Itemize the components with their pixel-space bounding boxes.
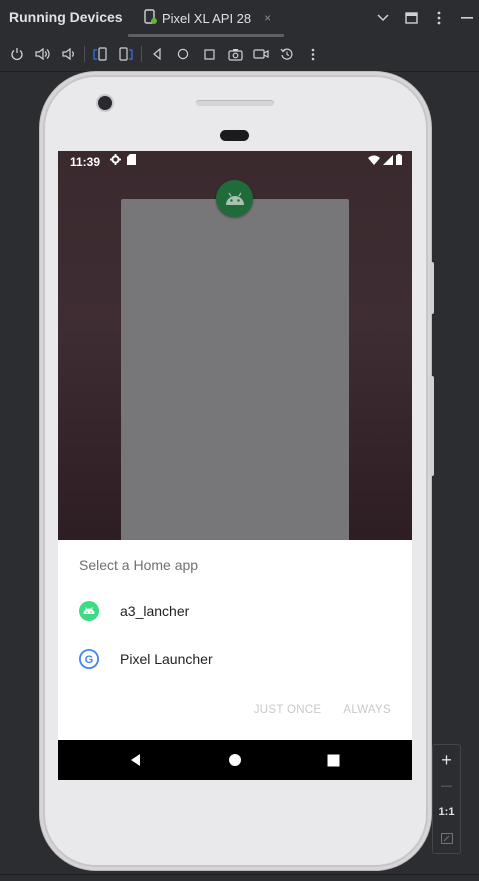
option-label: a3_lancher [120, 603, 190, 619]
recent-app-card[interactable] [121, 199, 349, 540]
chevron-down-icon[interactable] [371, 6, 395, 30]
google-icon: G [79, 649, 99, 669]
option-pixel-launcher[interactable]: G Pixel Launcher [58, 639, 412, 679]
nav-overview-icon[interactable] [323, 750, 343, 770]
home-icon[interactable] [170, 42, 196, 66]
overview-icon[interactable] [196, 42, 222, 66]
zoom-in-button[interactable]: + [433, 747, 460, 773]
device-screen[interactable]: 11:39 Select a Home app a3_lancher G Pix… [58, 151, 412, 780]
power-side-button [430, 262, 434, 314]
maximize-icon[interactable] [399, 6, 423, 30]
dialog-title: Select a Home app [79, 557, 199, 573]
zoom-to-fit-icon[interactable] [433, 825, 460, 851]
status-bar: 11:39 [58, 151, 412, 171]
close-tab-icon[interactable]: × [264, 11, 271, 25]
status-time: 11:39 [70, 155, 101, 169]
zoom-out-button[interactable]: — [433, 773, 460, 799]
hide-icon[interactable] [455, 6, 479, 30]
cell-signal-icon [383, 154, 393, 168]
device-tab[interactable]: Pixel XL API 28 × [143, 8, 271, 28]
battery-icon [396, 154, 402, 168]
top-grille [196, 100, 274, 106]
device-toolbar [0, 40, 479, 68]
zoom-controls: + — 1:1 [432, 744, 461, 854]
earpiece-speaker [220, 130, 249, 141]
svg-text:G: G [85, 654, 94, 666]
screenshot-icon[interactable] [222, 42, 248, 66]
home-app-chooser: Select a Home app a3_lancher G Pixel Lau… [58, 540, 412, 740]
always-button[interactable]: ALWAYS [343, 704, 391, 716]
tool-window-header: Running Devices Pixel XL API 28 × [0, 0, 479, 37]
back-icon[interactable] [144, 42, 170, 66]
option-a3-lancher[interactable]: a3_lancher [58, 591, 412, 631]
just-once-button[interactable]: JUST ONCE [254, 704, 322, 716]
wifi-icon [368, 154, 380, 168]
reset-icon[interactable] [274, 42, 300, 66]
settings-gear-icon [110, 154, 121, 168]
option-label: Pixel Launcher [120, 651, 213, 667]
device-icon [143, 8, 157, 28]
screen-record-icon[interactable] [248, 42, 274, 66]
volume-up-icon[interactable] [30, 42, 56, 66]
android-app-icon[interactable] [216, 180, 253, 217]
active-tab-indicator [128, 34, 284, 37]
front-camera [98, 96, 112, 110]
zoom-actual-size-button[interactable]: 1:1 [433, 799, 460, 825]
sd-card-icon [127, 154, 136, 168]
more-icon[interactable] [300, 42, 326, 66]
navigation-bar [58, 740, 412, 780]
volume-side-button [430, 376, 434, 476]
tool-window-title: Running Devices [9, 9, 123, 25]
device-tab-label: Pixel XL API 28 [162, 10, 252, 26]
power-icon[interactable] [4, 42, 30, 66]
volume-down-icon[interactable] [56, 42, 82, 66]
nav-home-icon[interactable] [225, 750, 245, 770]
options-icon[interactable] [427, 6, 451, 30]
rotate-right-icon[interactable] [113, 42, 139, 66]
rotate-left-icon[interactable] [87, 42, 113, 66]
android-app-icon [79, 601, 99, 621]
nav-back-icon[interactable] [125, 750, 145, 770]
